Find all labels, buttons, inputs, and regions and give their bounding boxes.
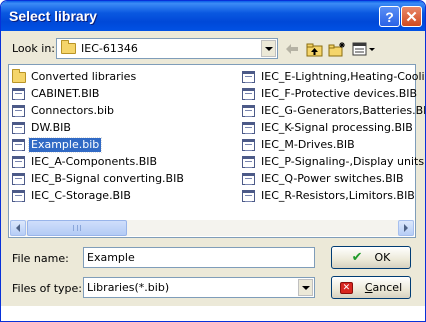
- look-in-value: IEC-61346: [81, 42, 138, 55]
- file-item[interactable]: DW.BIB: [12, 120, 73, 136]
- close-button[interactable]: ✕: [401, 6, 422, 27]
- library-file-icon: [242, 156, 255, 168]
- help-button[interactable]: ?: [379, 6, 400, 27]
- folder-icon: [12, 68, 26, 83]
- file-name-label: IEC_P-Signaling-,Display units.BI: [261, 155, 426, 168]
- file-name-label: IEC_Q-Power switches.BIB: [261, 172, 404, 185]
- file-item[interactable]: Example.bib: [12, 137, 103, 153]
- file-item[interactable]: IEC_Q-Power switches.BIB: [242, 171, 406, 187]
- back-button[interactable]: [284, 39, 300, 59]
- look-in-dropdown-button[interactable]: [261, 40, 276, 57]
- file-name-value: Example: [87, 251, 135, 264]
- grip-icon: [73, 225, 81, 231]
- files-of-type-select[interactable]: Libraries(*.bib): [83, 277, 315, 298]
- file-name-label: IEC_F-Protective devices.BIB: [261, 87, 418, 100]
- scroll-right-icon: [404, 224, 408, 232]
- up-folder-button[interactable]: [305, 39, 323, 59]
- close-icon: ✕: [405, 8, 418, 26]
- file-name-label: IEC_A-Components.BIB: [31, 155, 158, 168]
- view-menu-icon: [352, 42, 375, 56]
- look-in-combobox[interactable]: IEC-61346: [56, 38, 278, 59]
- library-file-icon: [242, 173, 255, 185]
- library-file-icon: [242, 139, 255, 151]
- files-of-type-dropdown-button[interactable]: [298, 279, 313, 296]
- library-file-icon: [12, 173, 25, 185]
- window-bottom-area: [1, 306, 425, 321]
- file-name-label: Connectors.bib: [31, 104, 114, 117]
- library-file-icon: [12, 122, 25, 134]
- library-file-icon: [242, 105, 255, 117]
- file-item[interactable]: CABINET.BIB: [12, 86, 101, 102]
- scroll-thumb[interactable]: [27, 220, 127, 236]
- folder-item[interactable]: Converted libraries: [12, 68, 138, 85]
- file-name-input[interactable]: Example: [83, 247, 315, 268]
- file-item[interactable]: IEC_C-Storage.BIB: [12, 188, 133, 204]
- file-item[interactable]: IEC_B-Signal converting.BIB: [12, 171, 186, 187]
- file-name-label: File name:: [12, 252, 69, 265]
- back-arrow-icon: [286, 44, 298, 54]
- library-file-icon: [242, 71, 255, 83]
- scroll-left-icon: [16, 224, 20, 232]
- file-name-label: IEC_K-Signal processing.BIB: [261, 121, 413, 134]
- library-file-icon: [242, 88, 255, 100]
- file-name-label: CABINET.BIB: [31, 87, 100, 100]
- chevron-down-icon: [264, 46, 273, 51]
- file-name-label: IEC_M-Drives.BIB: [261, 138, 355, 151]
- file-name-label: IEC_B-Signal converting.BIB: [31, 172, 184, 185]
- file-name-label: Converted libraries: [31, 70, 137, 83]
- library-file-icon: [12, 156, 25, 168]
- folder-icon: [61, 40, 76, 54]
- files-of-type-value: Libraries(*.bib): [87, 281, 170, 294]
- look-in-label: Look in:: [12, 42, 55, 55]
- question-mark-icon: ?: [385, 8, 394, 25]
- cancel-icon: ✕: [339, 281, 353, 294]
- new-folder-button[interactable]: [328, 39, 346, 59]
- new-folder-icon: [328, 42, 345, 57]
- scroll-right-button[interactable]: [398, 220, 414, 236]
- library-file-icon: [12, 105, 25, 117]
- file-item[interactable]: Connectors.bib: [12, 103, 116, 119]
- checkmark-icon: ✔: [351, 250, 363, 265]
- files-of-type-label: Files of type:: [12, 282, 83, 295]
- up-folder-icon: [306, 43, 322, 56]
- horizontal-scrollbar[interactable]: [10, 220, 414, 236]
- file-item[interactable]: IEC_M-Drives.BIB: [242, 137, 357, 153]
- file-name-label: Example.bib: [27, 137, 103, 153]
- file-item[interactable]: IEC_A-Components.BIB: [12, 154, 159, 170]
- library-file-icon: [242, 122, 255, 134]
- file-name-label: IEC_C-Storage.BIB: [31, 189, 131, 202]
- dialog-title: Select library: [9, 8, 97, 24]
- file-name-label: IEC_R-Resistors,Limitors.BIB: [261, 189, 415, 202]
- library-file-icon: [242, 190, 255, 202]
- ok-label: OK: [374, 251, 391, 264]
- file-item[interactable]: IEC_P-Signaling-,Display units.BI: [242, 154, 426, 170]
- file-item[interactable]: IEC_K-Signal processing.BIB: [242, 120, 415, 136]
- file-name-label: DW.BIB: [31, 121, 71, 134]
- title-bar[interactable]: Select library ? ✕: [1, 1, 425, 31]
- file-list[interactable]: Converted libraries CABINET.BIB Connectors…: [8, 64, 425, 238]
- file-name-label: IEC_E-Lightning,Heating-Cooling: [261, 70, 426, 83]
- file-item[interactable]: IEC_R-Resistors,Limitors.BIB: [242, 188, 417, 204]
- library-file-icon: [12, 190, 25, 202]
- chevron-down-icon: [301, 285, 310, 290]
- library-file-icon: [12, 88, 25, 100]
- file-item[interactable]: IEC_E-Lightning,Heating-Cooling: [242, 69, 426, 85]
- select-library-dialog: Select library ? ✕ Look in: IEC-61346 Co…: [0, 0, 426, 322]
- cancel-button[interactable]: ✕ Cancel: [331, 276, 411, 299]
- file-name-label: IEC_G-Generators,Batteries.BIB: [261, 104, 426, 117]
- library-file-icon: [12, 139, 25, 151]
- scroll-left-button[interactable]: [10, 220, 26, 236]
- file-item[interactable]: IEC_F-Protective devices.BIB: [242, 86, 419, 102]
- view-menu-button[interactable]: [351, 39, 377, 59]
- ok-button[interactable]: ✔ OK: [331, 246, 411, 269]
- file-item[interactable]: IEC_G-Generators,Batteries.BIB: [242, 103, 426, 119]
- cancel-label: Cancel: [364, 281, 403, 294]
